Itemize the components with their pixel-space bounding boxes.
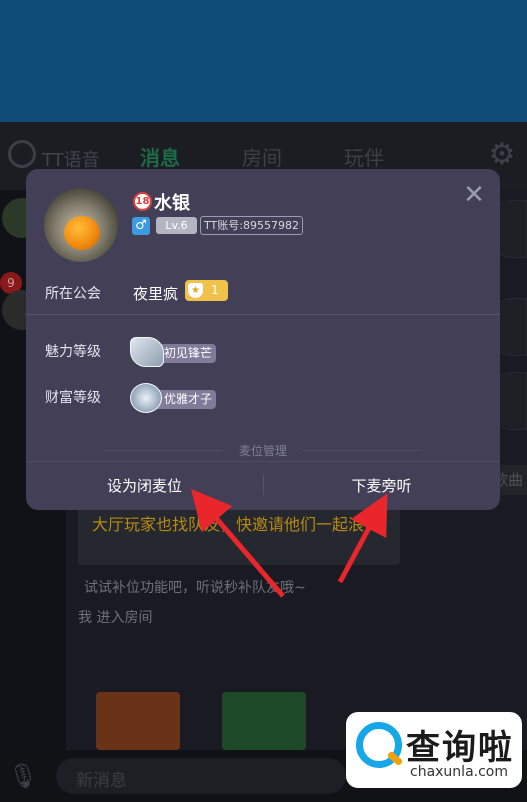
watermark-search-icon <box>356 722 402 768</box>
arrow-to-close-mic <box>190 488 285 598</box>
arrow-to-leave-mic <box>337 493 388 584</box>
watermark-logo: 查询啦 chaxunla.com <box>346 712 522 788</box>
annotation-arrows <box>190 488 388 598</box>
watermark-brand-en: chaxunla.com <box>410 764 508 780</box>
watermark-brand-cn: 查询啦 <box>406 728 514 768</box>
